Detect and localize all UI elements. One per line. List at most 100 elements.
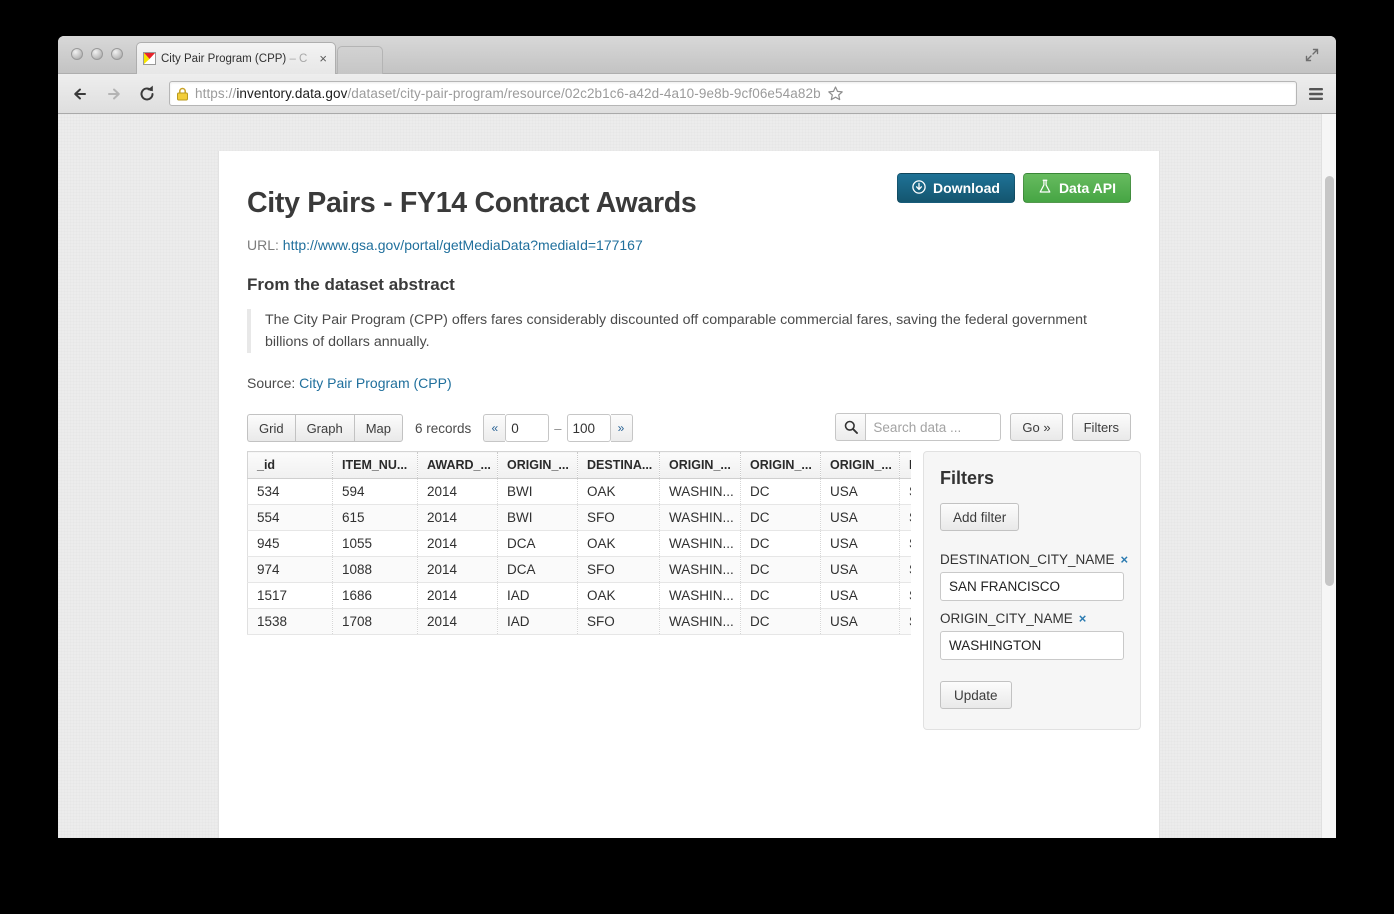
close-tab-icon[interactable]: × xyxy=(317,52,329,65)
table-cell: SA... xyxy=(899,582,911,609)
table-cell: IAD xyxy=(497,608,578,635)
table-cell: 2014 xyxy=(417,556,498,583)
table-cell: DC xyxy=(740,556,821,583)
pager-next-button[interactable]: » xyxy=(610,414,633,442)
column-header-origin-state[interactable]: ORIGIN_... xyxy=(740,451,821,479)
pager-limit-input[interactable] xyxy=(566,414,611,442)
table-cell: DC xyxy=(740,608,821,635)
remove-filter-icon[interactable]: × xyxy=(1079,611,1087,626)
reload-icon[interactable] xyxy=(136,83,158,105)
search-go-button[interactable]: Go » xyxy=(1010,413,1063,441)
table-cell: WASHIN... xyxy=(659,582,741,609)
data-explorer-toolbar: Grid Graph Map 6 records « – » xyxy=(247,413,1131,443)
column-header-id[interactable]: _id xyxy=(247,451,333,479)
resource-action-buttons: Download Data API xyxy=(897,173,1131,203)
pager-prev-button[interactable]: « xyxy=(483,414,506,442)
filter-field-name: ORIGIN_CITY_NAME xyxy=(940,611,1073,626)
column-header-origin-country[interactable]: ORIGIN_... xyxy=(820,451,900,479)
fullscreen-icon[interactable] xyxy=(1304,47,1320,63)
filter-value-input[interactable] xyxy=(940,572,1124,601)
browser-tab-strip: City Pair Program (CPP) – C × xyxy=(58,36,1336,74)
abstract-heading: From the dataset abstract xyxy=(247,275,455,294)
table-row[interactable]: 5546152014BWISFOWASHIN...DCUSASA... xyxy=(247,504,911,531)
browser-tab[interactable]: City Pair Program (CPP) – C × xyxy=(136,42,336,74)
page-scrollbar[interactable] xyxy=(1321,114,1336,838)
records-count: 6 records xyxy=(415,420,472,436)
table-cell: 2014 xyxy=(417,530,498,557)
table-cell: 1088 xyxy=(332,556,418,583)
search-input[interactable] xyxy=(865,413,1002,441)
column-header-destination-city[interactable]: DE... xyxy=(899,451,911,479)
table-cell: OAK xyxy=(577,582,660,609)
update-filters-button[interactable]: Update xyxy=(940,681,1012,709)
back-arrow-icon[interactable] xyxy=(70,83,92,105)
table-cell: WASHIN... xyxy=(659,504,741,531)
download-button[interactable]: Download xyxy=(897,173,1015,203)
browser-toolbar: https://inventory.data.gov/dataset/city-… xyxy=(58,74,1336,114)
table-cell: OAK xyxy=(577,530,660,557)
maximize-window-button[interactable] xyxy=(111,48,123,60)
table-cell: 974 xyxy=(247,556,333,583)
filter-value-input[interactable] xyxy=(940,631,1124,660)
source-link[interactable]: City Pair Program (CPP) xyxy=(299,375,451,391)
scrollbar-thumb[interactable] xyxy=(1325,176,1334,586)
lock-icon xyxy=(176,87,189,101)
table-row[interactable]: 153817082014IADSFOWASHIN...DCUSASA... xyxy=(247,608,911,635)
new-tab-button[interactable] xyxy=(337,46,383,74)
table-cell: BWI xyxy=(497,478,578,505)
hamburger-menu-icon[interactable] xyxy=(1308,87,1324,101)
data-grid-viewport: _id ITEM_NU... AWARD_... ORIGIN_... DEST… xyxy=(247,451,911,635)
source-label: Source: xyxy=(247,375,296,391)
table-row[interactable]: 97410882014DCASFOWASHIN...DCUSASA... xyxy=(247,556,911,583)
data-grid: _id ITEM_NU... AWARD_... ORIGIN_... DEST… xyxy=(247,451,911,635)
table-cell: 2014 xyxy=(417,478,498,505)
column-header-origin-airport[interactable]: ORIGIN_... xyxy=(497,451,578,479)
datagov-triangle-favicon xyxy=(143,52,156,65)
table-cell: DC xyxy=(740,504,821,531)
address-bar[interactable]: https://inventory.data.gov/dataset/city-… xyxy=(169,81,1297,106)
table-cell: BWI xyxy=(497,504,578,531)
toggle-filters-button[interactable]: Filters xyxy=(1071,413,1131,441)
column-header-origin-city[interactable]: ORIGIN_... xyxy=(659,451,741,479)
remove-filter-icon[interactable]: × xyxy=(1121,552,1129,567)
search-icon[interactable] xyxy=(835,413,866,441)
resource-url-link[interactable]: http://www.gsa.gov/portal/getMediaData?m… xyxy=(283,237,643,253)
column-header-award-year[interactable]: AWARD_... xyxy=(417,451,498,479)
source-line: Source: City Pair Program (CPP) xyxy=(247,375,1131,391)
resource-header: City Pairs - FY14 Contract Awards Downlo… xyxy=(247,173,1131,235)
table-cell: USA xyxy=(820,608,900,635)
table-cell: WASHIN... xyxy=(659,556,741,583)
column-header-item-number[interactable]: ITEM_NU... xyxy=(332,451,418,479)
table-cell: IAD xyxy=(497,582,578,609)
close-window-button[interactable] xyxy=(71,48,83,60)
browser-tab-title: City Pair Program (CPP) – C xyxy=(161,52,308,65)
view-tab-graph[interactable]: Graph xyxy=(294,414,354,442)
browser-tab-title-suffix: – C xyxy=(286,52,308,65)
table-cell: SA... xyxy=(899,478,911,505)
table-cell: USA xyxy=(820,504,900,531)
add-filter-button[interactable]: Add filter xyxy=(940,503,1020,531)
url-label: URL: xyxy=(247,237,279,253)
pager-separator: – xyxy=(554,420,562,436)
table-cell: WASHIN... xyxy=(659,530,741,557)
table-cell: 554 xyxy=(247,504,333,531)
table-cell: SA... xyxy=(899,556,911,583)
forward-arrow-icon[interactable] xyxy=(103,83,125,105)
column-header-destination-airport[interactable]: DESTINA... xyxy=(577,451,660,479)
view-tab-map[interactable]: Map xyxy=(353,414,403,442)
view-tab-grid[interactable]: Grid xyxy=(247,414,295,442)
filter-field-name: DESTINATION_CITY_NAME xyxy=(940,552,1115,567)
browser-window: City Pair Program (CPP) – C × https://in… xyxy=(58,36,1336,838)
table-row[interactable]: 94510552014DCAOAKWASHIN...DCUSASA... xyxy=(247,530,911,557)
table-cell: 1708 xyxy=(332,608,418,635)
table-cell: USA xyxy=(820,582,900,609)
bookmark-star-icon[interactable] xyxy=(827,85,844,102)
minimize-window-button[interactable] xyxy=(91,48,103,60)
table-row[interactable]: 5345942014BWIOAKWASHIN...DCUSASA... xyxy=(247,478,911,505)
table-cell: SFO xyxy=(577,556,660,583)
table-cell: USA xyxy=(820,556,900,583)
table-row[interactable]: 151716862014IADOAKWASHIN...DCUSASA... xyxy=(247,582,911,609)
data-api-button[interactable]: Data API xyxy=(1022,173,1131,203)
table-cell: 1517 xyxy=(247,582,333,609)
pager-offset-input[interactable] xyxy=(505,414,550,442)
